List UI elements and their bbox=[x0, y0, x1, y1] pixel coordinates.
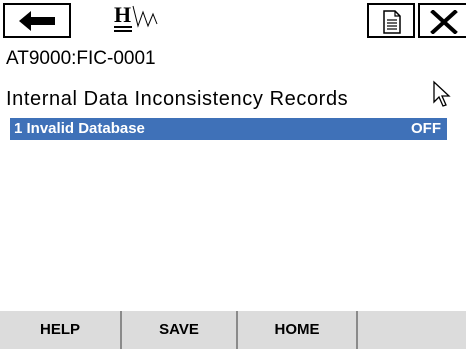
back-button[interactable] bbox=[3, 3, 71, 38]
document-button[interactable] bbox=[367, 3, 415, 38]
help-button[interactable]: HELP bbox=[0, 311, 122, 349]
list-item[interactable]: 1 Invalid Database OFF bbox=[10, 118, 447, 140]
record-label: 1 Invalid Database bbox=[14, 120, 145, 137]
left-arrow-icon bbox=[19, 11, 55, 31]
close-button[interactable] bbox=[418, 3, 466, 38]
save-button[interactable]: SAVE bbox=[122, 311, 238, 349]
empty-softkey bbox=[358, 311, 466, 349]
hart-logo: H bbox=[112, 2, 168, 40]
close-icon bbox=[430, 10, 458, 34]
mouse-cursor-icon bbox=[433, 80, 451, 107]
home-button[interactable]: HOME bbox=[238, 311, 358, 349]
record-value: OFF bbox=[411, 120, 441, 137]
records-list: 1 Invalid Database OFF bbox=[10, 118, 466, 312]
svg-text:H: H bbox=[114, 2, 131, 27]
page-title: Internal Data Inconsistency Records bbox=[6, 88, 349, 110]
device-tag: AT9000:FIC-0001 bbox=[6, 48, 156, 69]
document-icon bbox=[383, 10, 401, 34]
